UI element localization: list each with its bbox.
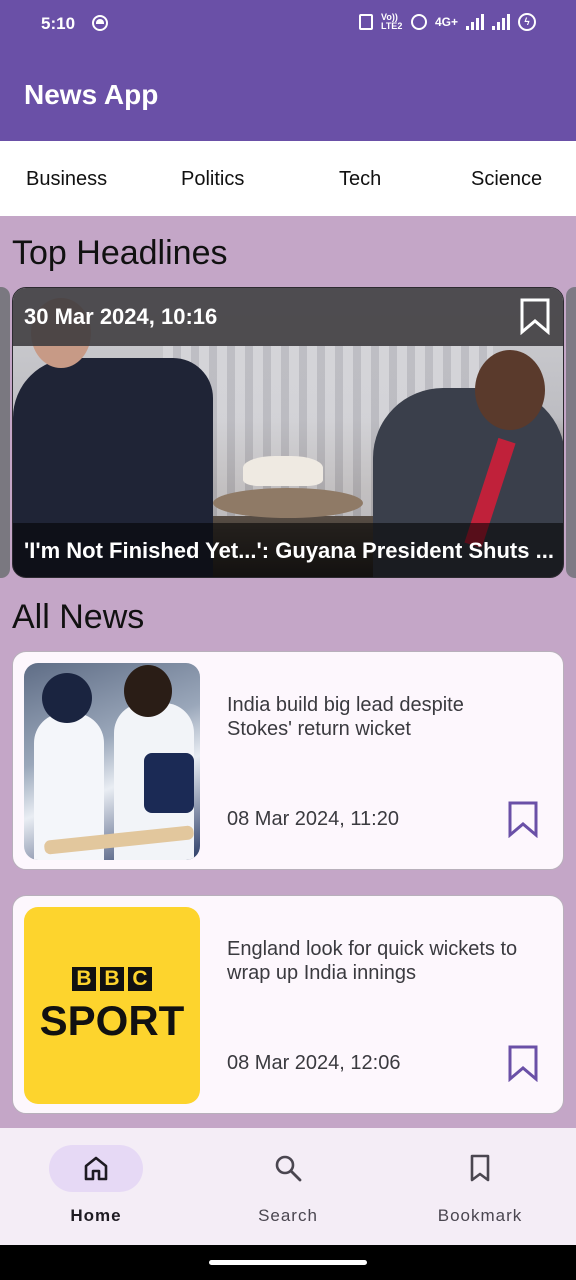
main-content[interactable]: Top Headlines 30 Mar 2024, 10:16 'I'm No… — [0, 216, 576, 1128]
headline-date: 30 Mar 2024, 10:16 — [24, 304, 218, 329]
app-bar: News App — [0, 48, 576, 141]
news-card[interactable]: BBC SPORT England look for quick wickets… — [12, 895, 564, 1114]
bottom-navigation: Home Search Bookmark — [0, 1128, 576, 1245]
news-image-cricket — [24, 663, 200, 860]
tab-business[interactable]: Business — [26, 168, 107, 191]
news-title: England look for quick wickets to wrap u… — [227, 938, 518, 984]
signal-icon — [466, 14, 484, 30]
news-card[interactable]: India build big lead despite Stokes' ret… — [12, 651, 564, 870]
bookmark-icon[interactable] — [519, 297, 551, 335]
status-icons: Vo)) LTE2 4G+ ϟ — [358, 12, 536, 31]
status-time: 5:10 — [41, 14, 76, 33]
battery-charging-icon: ϟ — [518, 13, 536, 31]
nav-label-bookmark: Bookmark — [437, 1206, 523, 1225]
all-news-title: All News — [12, 598, 145, 636]
tab-science[interactable]: Science — [471, 168, 542, 191]
app-title: News App — [24, 79, 159, 110]
notification-icon — [92, 15, 108, 31]
vibrate-icon — [358, 14, 373, 30]
bookmark-icon[interactable] — [507, 1044, 539, 1082]
headline-card[interactable]: 30 Mar 2024, 10:16 'I'm Not Finished Yet… — [12, 287, 564, 578]
gesture-home-handle[interactable] — [209, 1260, 367, 1265]
news-title: India build big lead despite Stokes' ret… — [227, 694, 464, 740]
nav-label-search: Search — [258, 1206, 318, 1225]
top-headlines-title: Top Headlines — [12, 234, 228, 272]
bookmark-icon — [470, 1154, 490, 1182]
signal-icon-2 — [492, 14, 510, 30]
carousel-next-card[interactable] — [566, 287, 576, 578]
headline-title: 'I'm Not Finished Yet...': Guyana Presid… — [24, 538, 554, 563]
volte-label: Vo)) LTE2 — [380, 12, 403, 31]
status-bar: 5:10 Vo)) LTE2 4G+ ϟ — [0, 0, 576, 48]
bookmark-icon[interactable] — [507, 800, 539, 838]
nav-bookmark[interactable]: Bookmark — [384, 1128, 576, 1245]
carousel-prev-card[interactable] — [0, 287, 10, 578]
category-tabs: Business Politics Tech Science — [0, 141, 576, 216]
tab-politics[interactable]: Politics — [181, 168, 244, 191]
search-icon — [275, 1155, 302, 1182]
tab-tech[interactable]: Tech — [339, 168, 381, 191]
news-date: 08 Mar 2024, 12:06 — [227, 1052, 401, 1074]
bbc-logo: BBC — [72, 966, 152, 991]
nav-home[interactable]: Home — [0, 1128, 192, 1245]
home-icon — [84, 1156, 108, 1181]
nav-search[interactable]: Search — [192, 1128, 384, 1245]
system-navigation-bar — [0, 1245, 576, 1280]
network-type: 4G+ — [434, 15, 458, 29]
nav-label-home: Home — [70, 1206, 122, 1225]
news-image-bbc-sport: BBC SPORT — [24, 907, 200, 1104]
hotspot-icon — [410, 14, 427, 30]
bbc-sport-wordmark: SPORT — [39, 996, 185, 1044]
news-date: 08 Mar 2024, 11:20 — [227, 808, 399, 830]
